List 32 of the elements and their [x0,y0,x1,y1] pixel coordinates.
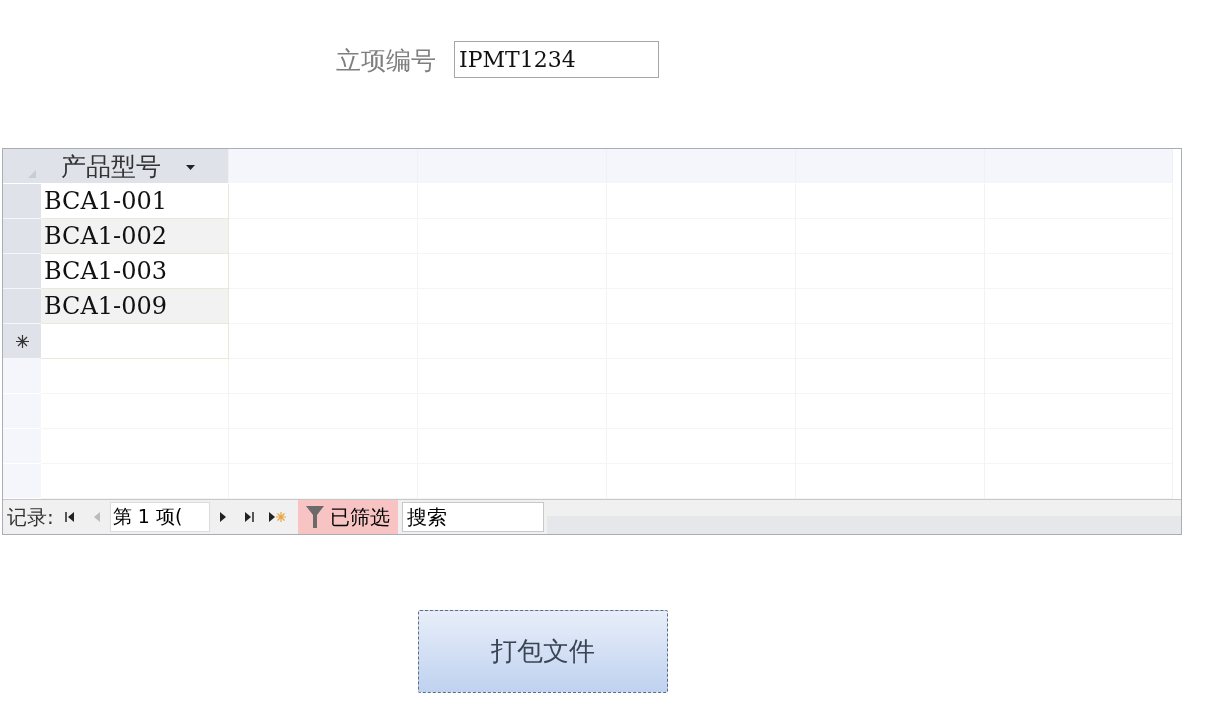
table-cell[interactable] [229,359,418,394]
table-cell[interactable] [41,324,229,359]
column-header[interactable] [418,149,607,183]
field-label: 立项编号 [336,44,436,77]
first-record-icon [64,511,77,523]
column-header[interactable] [229,149,418,183]
table-cell[interactable]: BCA1-001 [41,184,229,219]
filter-toggle[interactable]: 已筛选 [297,500,398,534]
filter-icon [305,505,324,529]
record-label: 记录: [6,503,55,531]
table-cell[interactable] [41,359,229,394]
table-cell[interactable]: BCA1-002 [41,219,229,254]
table-cell[interactable] [229,324,418,359]
table-cell[interactable] [229,184,418,219]
column-header[interactable] [607,149,796,183]
input-field[interactable]: IPMT1234 [454,40,659,78]
new-record-icon [15,334,29,348]
row-selector[interactable] [3,324,41,359]
last-record-icon [242,511,255,523]
table-cell[interactable] [229,254,418,289]
column-header[interactable] [796,149,985,183]
new-record-icon [268,511,287,523]
record-position-field[interactable]: 第 1 项( [109,502,210,532]
dropdown-arrow-icon [186,164,195,170]
column-header[interactable]: 产品型号 [41,149,229,183]
table-cell[interactable]: BCA1-009 [41,289,229,324]
pack-button[interactable]: 打包文件 [418,610,668,693]
table-cell[interactable]: BCA1-003 [41,254,229,289]
search-field[interactable]: 搜索 [401,502,544,532]
column-header[interactable] [985,149,1173,183]
table-cell[interactable] [229,219,418,254]
table-cell[interactable] [229,289,418,324]
